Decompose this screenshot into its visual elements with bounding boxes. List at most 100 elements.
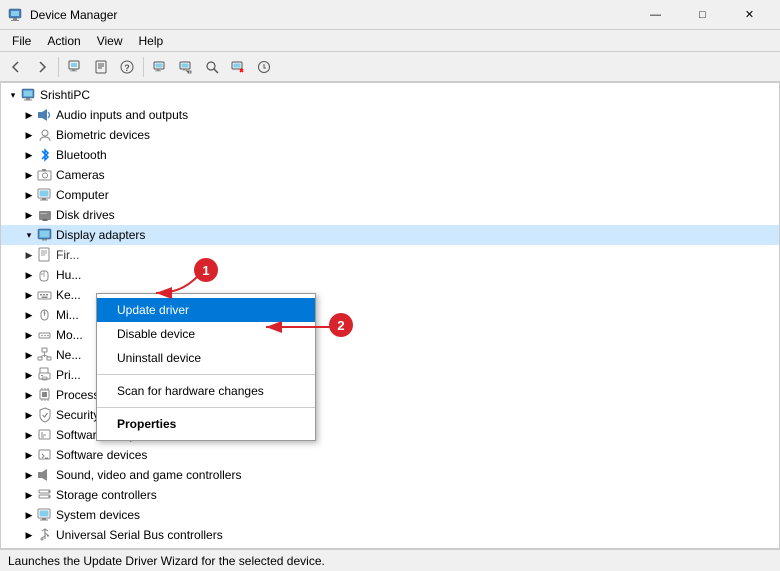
- softwaredev-icon: [37, 447, 53, 463]
- help-toolbar-button[interactable]: ?: [115, 55, 139, 79]
- tree-item-usb[interactable]: ▶ Universal Serial Bus controllers: [1, 525, 779, 545]
- menu-action[interactable]: Action: [39, 32, 88, 50]
- keyboard-icon: [37, 287, 53, 303]
- displayadapters-expand[interactable]: ▾: [21, 227, 37, 243]
- close-button[interactable]: ✕: [727, 0, 772, 30]
- network-label: Ne...: [56, 348, 81, 362]
- tree-item-diskdrives[interactable]: ▶ Disk drives: [1, 205, 779, 225]
- system-icon: [37, 507, 53, 523]
- keyboards-label: Ke...: [56, 288, 81, 302]
- back-button[interactable]: [4, 55, 28, 79]
- bluetooth-expand[interactable]: ▶: [21, 147, 37, 163]
- softwaredevices-expand[interactable]: ▶: [21, 447, 37, 463]
- scan-toolbar-button[interactable]: [200, 55, 224, 79]
- ctx-sep-1: [97, 374, 315, 375]
- storagecontrollers-expand[interactable]: ▶: [21, 487, 37, 503]
- modems-expand[interactable]: ▶: [21, 327, 37, 343]
- root-expand[interactable]: ▾: [5, 87, 21, 103]
- softwarecomp-icon: [37, 427, 53, 443]
- softwarecomponents-expand[interactable]: ▶: [21, 427, 37, 443]
- keyboards-expand[interactable]: ▶: [21, 287, 37, 303]
- app-icon: [8, 7, 24, 23]
- ctx-uninstall-device[interactable]: Uninstall device: [97, 346, 315, 370]
- soundvideo-label: Sound, video and game controllers: [56, 468, 241, 482]
- usbdev-expand[interactable]: ▶: [21, 547, 37, 548]
- tree-item-cameras[interactable]: ▶ Cameras: [1, 165, 779, 185]
- tree-item-usbdev[interactable]: ▶ Universal Serial Bus devices: [1, 545, 779, 548]
- bluetooth-label: Bluetooth: [56, 148, 107, 162]
- usbdev-icon: [37, 547, 53, 548]
- audio-label: Audio inputs and outputs: [56, 108, 188, 122]
- menu-view[interactable]: View: [89, 32, 131, 50]
- menu-file[interactable]: File: [4, 32, 39, 50]
- usb-expand[interactable]: ▶: [21, 527, 37, 543]
- status-text: Launches the Update Driver Wizard for th…: [8, 554, 325, 568]
- modems-label: Mo...: [56, 328, 83, 342]
- soundvideo-expand[interactable]: ▶: [21, 467, 37, 483]
- camera-icon: [37, 167, 53, 183]
- context-menu: Update driver Disable device Uninstall d…: [96, 293, 316, 441]
- maximize-button[interactable]: □: [680, 0, 725, 30]
- window-title: Device Manager: [30, 8, 633, 22]
- update-toolbar-button[interactable]: [252, 55, 276, 79]
- tree-item-firmware[interactable]: ▶ Fir...: [1, 245, 779, 265]
- diskdrives-expand[interactable]: ▶: [21, 207, 37, 223]
- systemdevices-label: System devices: [56, 508, 140, 522]
- menu-help[interactable]: Help: [131, 32, 172, 50]
- firmware-label: Fir...: [56, 248, 79, 262]
- mice-expand[interactable]: ▶: [21, 307, 37, 323]
- annotation-badge-2: 2: [329, 313, 353, 337]
- toolbar-sep-1: [58, 57, 59, 77]
- hid-label: Hu...: [56, 268, 81, 282]
- status-bar: Launches the Update Driver Wizard for th…: [0, 549, 780, 571]
- minimize-button[interactable]: —: [633, 0, 678, 30]
- tree-item-biometric[interactable]: ▶ Biometric devices: [1, 125, 779, 145]
- uninstall-toolbar-button[interactable]: [226, 55, 250, 79]
- menu-bar: File Action View Help: [0, 30, 780, 52]
- title-bar: Device Manager — □ ✕: [0, 0, 780, 30]
- network-expand[interactable]: ▶: [21, 347, 37, 363]
- mice-label: Mi...: [56, 308, 79, 322]
- network-icon: [37, 347, 53, 363]
- tree-item-bluetooth[interactable]: ▶ Bluetooth: [1, 145, 779, 165]
- tree-item-displayadapters[interactable]: ▾ Display adapters: [1, 225, 779, 245]
- display-icon: [37, 227, 53, 243]
- diskdrives-label: Disk drives: [56, 208, 115, 222]
- forward-button[interactable]: [30, 55, 54, 79]
- computer-icon-2: [37, 187, 53, 203]
- security-expand[interactable]: ▶: [21, 407, 37, 423]
- tree-root[interactable]: ▾ SrishtiPC: [1, 85, 779, 105]
- tree-item-soundvideo[interactable]: ▶ Sound, video and game controllers: [1, 465, 779, 485]
- toolbar: ?: [0, 52, 780, 82]
- biometric-label: Biometric devices: [56, 128, 150, 142]
- ctx-scan-hardware[interactable]: Scan for hardware changes: [97, 379, 315, 403]
- tree-item-computer[interactable]: ▶ Computer: [1, 185, 779, 205]
- computer-toolbar-button[interactable]: [148, 55, 172, 79]
- tree-item-hid[interactable]: ▶ Hu...: [1, 265, 779, 285]
- computer-label: Computer: [56, 188, 109, 202]
- computer-expand[interactable]: ▶: [21, 187, 37, 203]
- mouse-icon: [37, 307, 53, 323]
- computer-icon: [21, 87, 37, 103]
- processors-expand[interactable]: ▶: [21, 387, 37, 403]
- systemdevices-expand[interactable]: ▶: [21, 507, 37, 523]
- main-content: ▾ SrishtiPC ▶ Audio input: [0, 82, 780, 549]
- tree-item-systemdevices[interactable]: ▶ System devices: [1, 505, 779, 525]
- hid-expand[interactable]: ▶: [21, 267, 37, 283]
- sound-icon: [37, 467, 53, 483]
- properties-toolbar-button[interactable]: [89, 55, 113, 79]
- tree-item-storagecontrollers[interactable]: ▶ Storage controllers: [1, 485, 779, 505]
- firmware-expand[interactable]: ▶: [21, 247, 37, 263]
- ctx-update-driver[interactable]: Update driver: [97, 298, 315, 322]
- biometric-expand[interactable]: ▶: [21, 127, 37, 143]
- cameras-expand[interactable]: ▶: [21, 167, 37, 183]
- printqueues-expand[interactable]: ▶: [21, 367, 37, 383]
- tree-item-audio[interactable]: ▶ Audio inputs and outputs: [1, 105, 779, 125]
- ctx-properties[interactable]: Properties: [97, 412, 315, 436]
- tree-item-softwaredevices[interactable]: ▶ Software devices: [1, 445, 779, 465]
- ctx-disable-device[interactable]: Disable device: [97, 322, 315, 346]
- network-toolbar-button[interactable]: [174, 55, 198, 79]
- computer-list-button[interactable]: [63, 55, 87, 79]
- security-icon: [37, 407, 53, 423]
- audio-expand[interactable]: ▶: [21, 107, 37, 123]
